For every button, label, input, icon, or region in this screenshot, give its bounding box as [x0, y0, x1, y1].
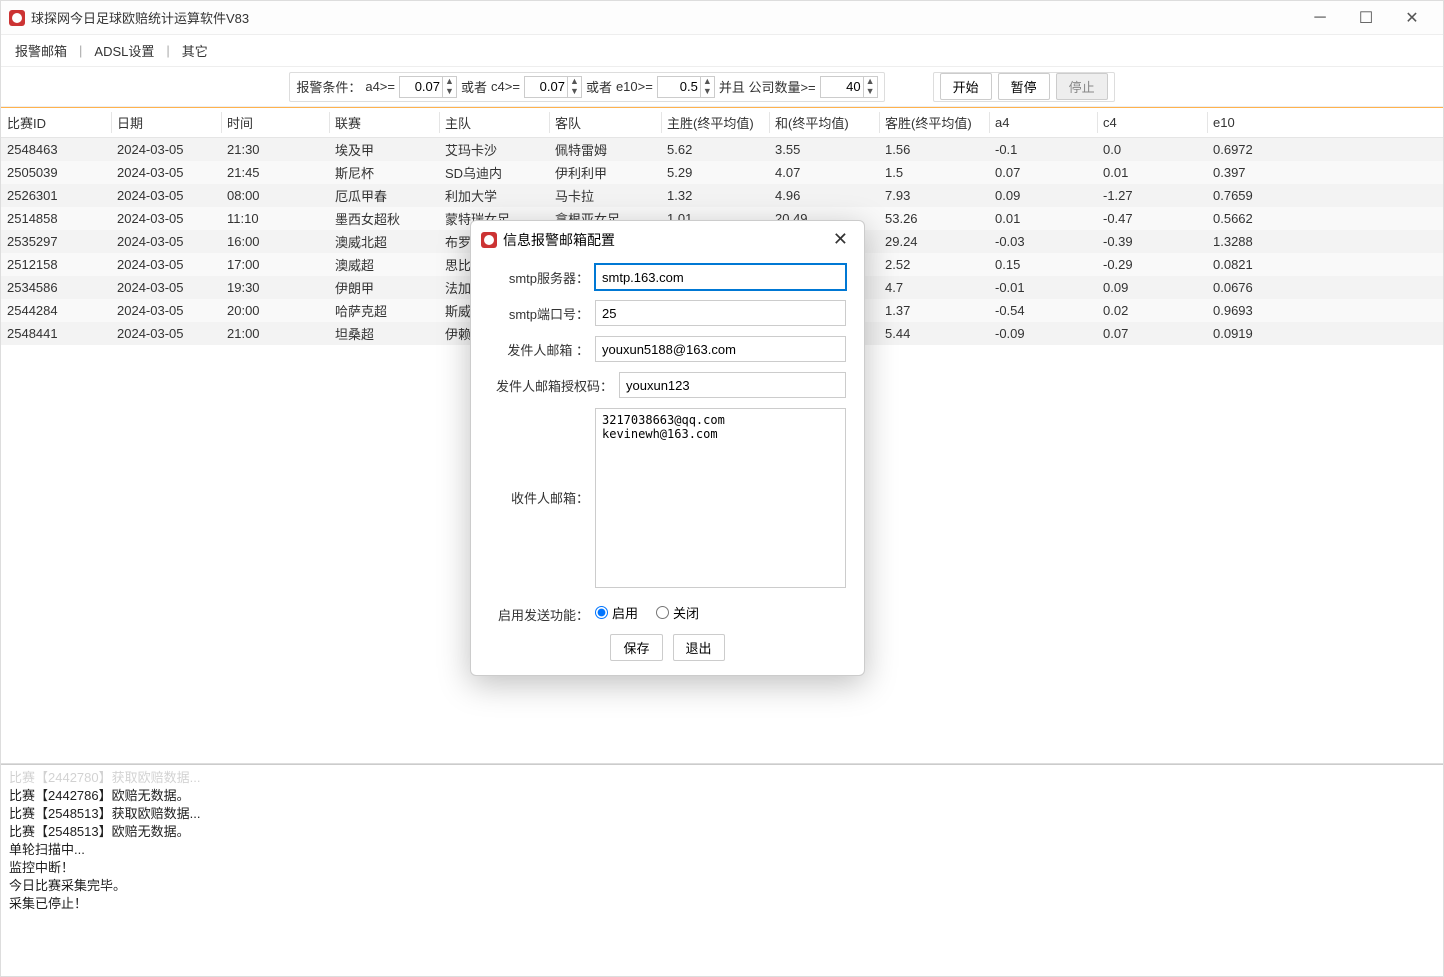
recipients-textarea[interactable] [595, 408, 846, 588]
smtp-server-label: smtp服务器： [489, 264, 595, 287]
dialog-title: 信息报警邮箱配置 [503, 230, 615, 250]
exit-button[interactable]: 退出 [673, 634, 725, 661]
save-button[interactable]: 保存 [610, 634, 662, 661]
dialog-close-icon[interactable]: ✕ [827, 229, 854, 250]
dialog-app-icon [481, 232, 497, 248]
dialog-body: smtp服务器： smtp端口号： 发件人邮箱 ： 发件人邮箱授权码： 收件人邮… [471, 258, 864, 675]
sender-input[interactable] [595, 336, 846, 362]
enable-off-radio[interactable]: 关闭 [656, 603, 699, 622]
smtp-server-input[interactable] [595, 264, 846, 290]
smtp-port-label: smtp端口号： [489, 300, 595, 323]
recipients-label: 收件人邮箱： [489, 408, 595, 507]
enable-on-radio[interactable]: 启用 [595, 603, 638, 622]
dialog-titlebar: 信息报警邮箱配置 ✕ [471, 221, 864, 258]
enable-label: 启用发送功能： [489, 601, 595, 624]
email-config-dialog: 信息报警邮箱配置 ✕ smtp服务器： smtp端口号： 发件人邮箱 ： 发件人… [470, 220, 865, 676]
auth-label: 发件人邮箱授权码： [489, 372, 619, 395]
smtp-port-input[interactable] [595, 300, 846, 326]
auth-input[interactable] [619, 372, 846, 398]
sender-label: 发件人邮箱 ： [489, 336, 595, 359]
dialog-overlay: 信息报警邮箱配置 ✕ smtp服务器： smtp端口号： 发件人邮箱 ： 发件人… [0, 0, 1444, 977]
